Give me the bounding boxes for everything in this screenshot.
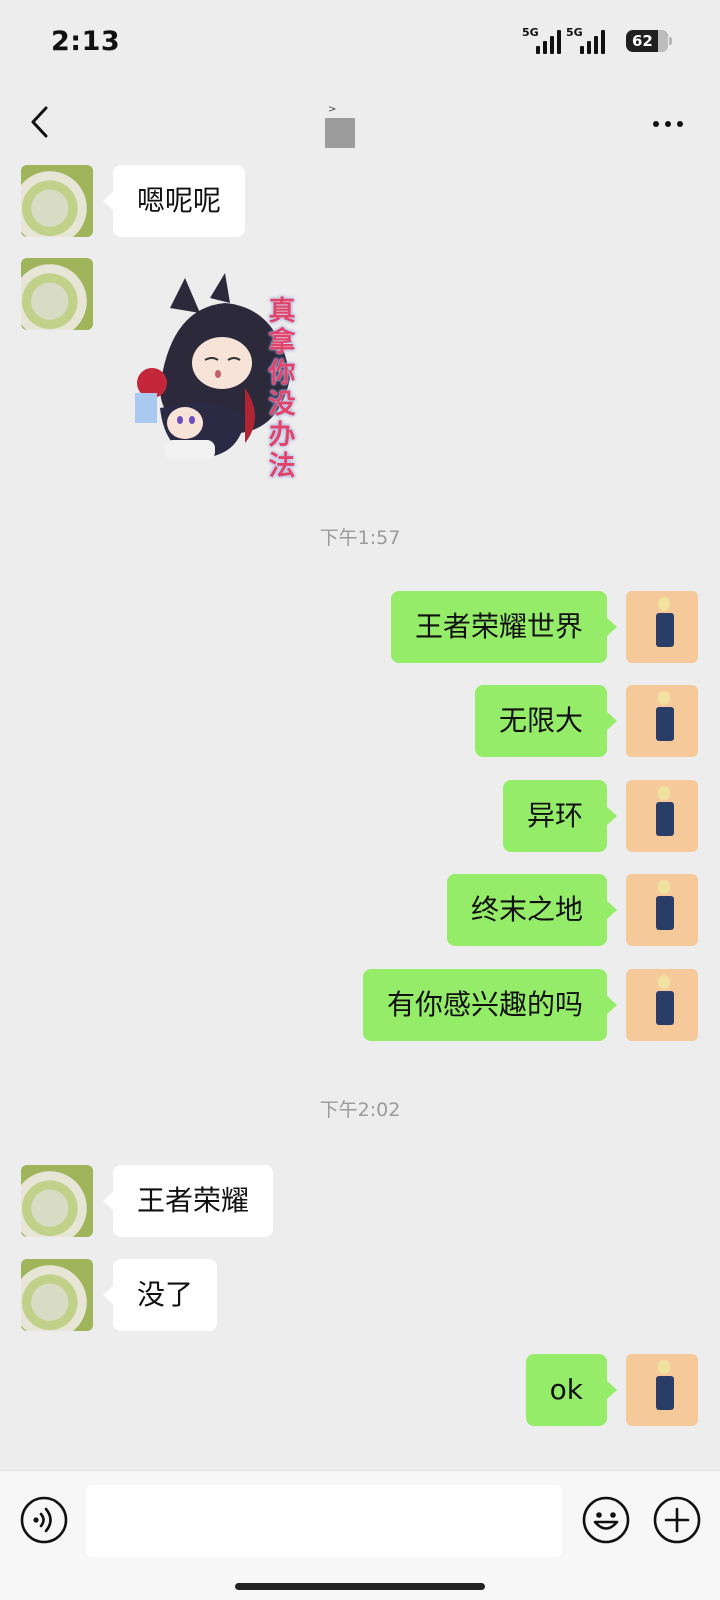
voice-icon[interactable] <box>19 1495 69 1545</box>
message-bubble[interactable]: 没了 <box>102 1259 218 1331</box>
self-avatar[interactable] <box>626 591 698 663</box>
message-bubble[interactable]: 无限大 <box>474 685 618 757</box>
battery-icon: 62 <box>626 30 672 52</box>
chat-title-redacted <box>325 118 355 148</box>
signal-icon: 5G <box>522 26 566 54</box>
message-timestamp: 下午1:57 <box>319 527 401 549</box>
self-avatar[interactable] <box>626 780 698 852</box>
message-list[interactable]: 嗯呢呢 真拿你没办法 下午1:57 王者荣耀世界 无限大 异环 终末之地 有你感… <box>0 165 720 1468</box>
message-bubble[interactable]: ok <box>525 1354 618 1426</box>
message-bubble[interactable]: 有你感兴趣的吗 <box>362 969 618 1041</box>
message-input[interactable] <box>86 1485 562 1557</box>
message-bubble[interactable]: 异环 <box>502 780 618 852</box>
signal-icon: 5G <box>566 26 610 54</box>
status-time: 2:13 <box>51 26 121 57</box>
self-avatar[interactable] <box>626 874 698 946</box>
battery-level: 62 <box>632 32 653 50</box>
sticker-caption: 真拿你没办法 <box>268 296 296 482</box>
message-bubble[interactable]: 终末之地 <box>446 874 618 946</box>
input-bar <box>0 1470 720 1600</box>
title-mark: > <box>328 104 337 115</box>
back-arrow-icon[interactable] <box>22 100 62 144</box>
plus-icon[interactable] <box>652 1495 702 1545</box>
message-bubble[interactable]: 王者荣耀 <box>102 1165 274 1237</box>
contact-avatar[interactable] <box>21 1165 93 1237</box>
contact-avatar[interactable] <box>21 1259 93 1331</box>
contact-avatar[interactable] <box>21 258 93 330</box>
network-type-label: 5G <box>522 26 539 39</box>
message-timestamp: 下午2:02 <box>319 1099 401 1121</box>
self-avatar[interactable] <box>626 969 698 1041</box>
emoji-icon[interactable] <box>581 1495 631 1545</box>
self-avatar[interactable] <box>626 1354 698 1426</box>
home-indicator[interactable] <box>235 1583 485 1590</box>
chat-header: > <box>0 84 720 168</box>
self-avatar[interactable] <box>626 685 698 757</box>
network-type-label: 5G <box>566 26 583 39</box>
contact-avatar[interactable] <box>21 165 93 237</box>
more-options-icon[interactable] <box>650 114 690 134</box>
status-bar: 2:13 5G 5G 62 <box>0 0 720 84</box>
message-bubble[interactable]: 王者荣耀世界 <box>390 591 618 663</box>
message-bubble[interactable]: 嗯呢呢 <box>102 165 246 237</box>
